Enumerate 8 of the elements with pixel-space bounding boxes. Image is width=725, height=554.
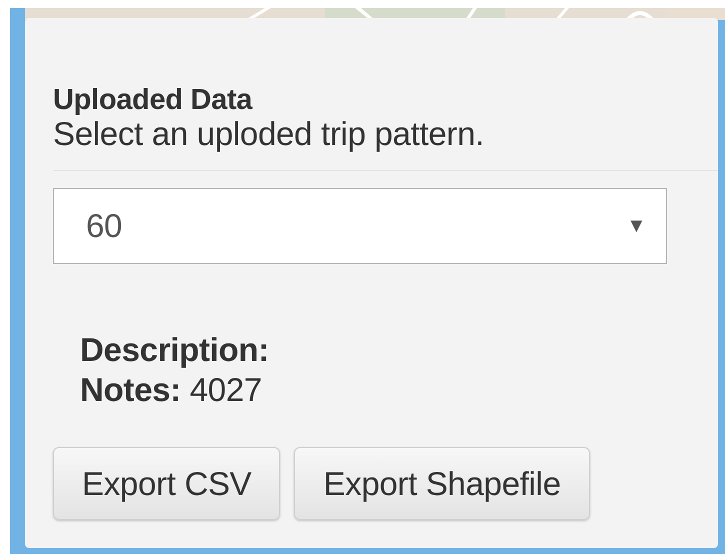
export-button[interactable]: Export Shapefile — [294, 447, 590, 520]
panel-title: Uploaded Data — [53, 84, 254, 116]
panel-subtitle: Select an uploded trip pattern. — [53, 116, 485, 152]
export-button[interactable]: Export CSV — [53, 447, 280, 520]
detail-line: Description: — [80, 330, 270, 370]
trip-pattern-select[interactable]: 60 ▼ — [53, 188, 667, 264]
dropdown-caret-icon: ▼ — [626, 211, 646, 241]
detail-line: Notes: 4027 — [80, 370, 263, 410]
